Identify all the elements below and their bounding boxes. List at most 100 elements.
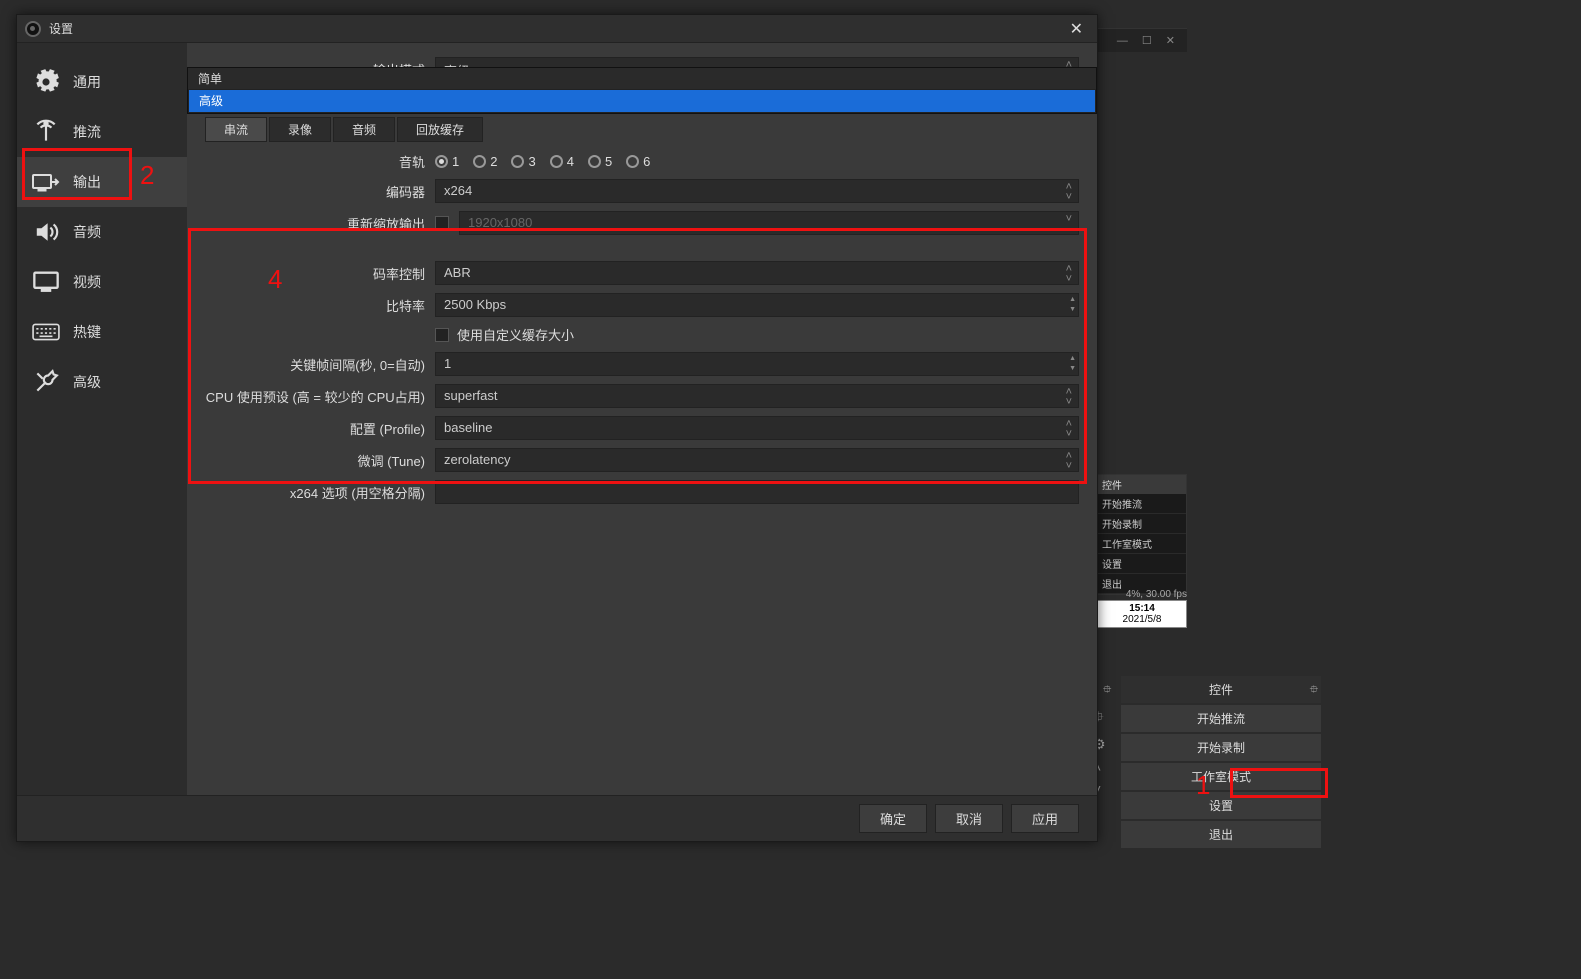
track-2-label: 2: [490, 154, 497, 169]
sidebar-item-video[interactable]: 视频: [17, 257, 187, 307]
keyint-input[interactable]: 1 ▲▼: [435, 352, 1079, 376]
sidebar-item-output[interactable]: 输出: [17, 157, 187, 207]
cpu-preset-select[interactable]: superfast˄˅: [435, 384, 1079, 408]
bitrate-value: 2500 Kbps: [444, 297, 506, 312]
keyint-down-button[interactable]: ▼: [1069, 364, 1076, 374]
bg-minimize-button[interactable]: —: [1117, 35, 1128, 47]
controls-start-record-button[interactable]: 开始录制: [1121, 734, 1321, 761]
encoder-label: 编码器: [205, 182, 435, 201]
controls-settings-button[interactable]: 设置: [1121, 792, 1321, 819]
bitrate-up-button[interactable]: ▲: [1069, 295, 1076, 305]
controls-start-stream-button[interactable]: 开始推流: [1121, 705, 1321, 732]
tab-replay-buffer[interactable]: 回放缓存: [397, 117, 483, 142]
keyint-up-button[interactable]: ▲: [1069, 354, 1076, 364]
chevron-updown-icon: ˄˅: [1066, 264, 1072, 284]
apply-button[interactable]: 应用: [1011, 804, 1079, 833]
bitrate-input[interactable]: 2500 Kbps ▲▼: [435, 293, 1079, 317]
dialog-titlebar: 设置 ✕: [17, 15, 1097, 43]
controls-exit-button[interactable]: 退出: [1121, 821, 1321, 848]
profile-select[interactable]: baseline˄˅: [435, 416, 1079, 440]
tab-recording[interactable]: 录像: [269, 117, 331, 142]
rescale-value: 1920x1080: [468, 215, 532, 230]
keyboard-icon: [31, 319, 61, 345]
sidebar-item-general[interactable]: 通用: [17, 57, 187, 107]
rate-control-label: 码率控制: [205, 264, 435, 283]
sidebar-item-hotkeys[interactable]: 热键: [17, 307, 187, 357]
cpu-preset-value: superfast: [444, 388, 497, 403]
tray-time: 15:14: [1098, 603, 1186, 614]
encoder-select[interactable]: x264˄˅: [435, 179, 1079, 203]
rate-control-select[interactable]: ABR˄˅: [435, 261, 1079, 285]
custom-buffer-label: 使用自定义缓存大小: [457, 325, 574, 344]
dialog-close-button[interactable]: ✕: [1064, 19, 1089, 39]
controls-studio-mode-button[interactable]: 工作室模式: [1121, 763, 1321, 790]
x264opts-input[interactable]: [435, 480, 1079, 504]
x264opts-label: x264 选项 (用空格分隔): [205, 483, 435, 502]
ok-button[interactable]: 确定: [859, 804, 927, 833]
track-1-radio[interactable]: [435, 155, 448, 168]
chevron-updown-icon: ˄˅: [1066, 182, 1072, 202]
output-icon: [31, 169, 61, 195]
sidebar-label-output: 输出: [73, 172, 101, 192]
audio-track-label: 音轨: [205, 152, 435, 171]
sidebar-item-audio[interactable]: 音频: [17, 207, 187, 257]
track-5-radio[interactable]: [588, 155, 601, 168]
rescale-checkbox[interactable]: [435, 216, 449, 230]
sidebar-item-stream[interactable]: 推流: [17, 107, 187, 157]
chevron-down-icon: ˅: [1066, 214, 1072, 224]
panel-dock-left-icon[interactable]: ⯐: [1103, 681, 1111, 700]
track-2-radio[interactable]: [473, 155, 486, 168]
sidebar-label-audio: 音频: [73, 222, 101, 242]
bg-panel-item-settings[interactable]: 设置: [1098, 554, 1186, 574]
bg-panel-item-start-stream[interactable]: 开始推流: [1098, 494, 1186, 514]
bg-panel-title: 控件: [1098, 475, 1186, 494]
output-mode-dropdown[interactable]: 简单 高级: [187, 67, 1097, 114]
track-6-label: 6: [643, 154, 650, 169]
speaker-icon: [31, 219, 61, 245]
custom-buffer-checkbox[interactable]: [435, 328, 449, 342]
sidebar-label-stream: 推流: [73, 122, 101, 142]
tools-icon: [31, 369, 61, 395]
track-5-label: 5: [605, 154, 612, 169]
profile-value: baseline: [444, 420, 492, 435]
track-3-label: 3: [528, 154, 535, 169]
controls-panel: ⯐ ⚙ ˄ ˅ ⯐ 控件 ⯐ 开始推流 开始录制 工作室模式 设置 退出: [1121, 676, 1321, 848]
bg-panel-item-studio-mode[interactable]: 工作室模式: [1098, 534, 1186, 554]
output-mode-option-advanced[interactable]: 高级: [188, 89, 1096, 113]
dialog-footer: 确定 取消 应用: [17, 795, 1097, 841]
tune-select[interactable]: zerolatency˄˅: [435, 448, 1079, 472]
keyint-value: 1: [444, 356, 451, 371]
output-mode-option-simple[interactable]: 简单: [188, 68, 1096, 89]
tab-audio[interactable]: 音频: [333, 117, 395, 142]
track-6-radio[interactable]: [626, 155, 639, 168]
sidebar-item-advanced[interactable]: 高级: [17, 357, 187, 407]
tune-label: 微调 (Tune): [205, 451, 435, 470]
annotation-number-1: 1: [1196, 770, 1210, 801]
controls-panel-header: ⯐ 控件 ⯐: [1121, 676, 1321, 703]
system-tray-clock: 15:14 2021/5/8: [1097, 600, 1187, 628]
monitor-icon: [31, 269, 61, 295]
annotation-number-4: 4: [268, 264, 282, 295]
sidebar-label-advanced: 高级: [73, 372, 101, 392]
rescale-input: 1920x1080 ˅: [459, 211, 1079, 235]
panel-dock-right-icon[interactable]: ⯐: [1310, 681, 1318, 700]
annotation-number-2: 2: [140, 160, 154, 191]
keyint-label: 关键帧间隔(秒, 0=自动): [205, 355, 435, 374]
controls-panel-title: 控件: [1209, 681, 1233, 698]
bg-panel-item-start-record[interactable]: 开始录制: [1098, 514, 1186, 534]
cancel-button[interactable]: 取消: [935, 804, 1003, 833]
background-controls-panel: 控件 开始推流 开始录制 工作室模式 设置 退出: [1097, 474, 1187, 595]
gear-icon: [31, 69, 61, 95]
settings-sidebar: 通用 推流 输出 音频 视频 热键: [17, 43, 187, 795]
bitrate-down-button[interactable]: ▼: [1069, 305, 1076, 315]
rescale-label: 重新缩放输出: [205, 214, 435, 233]
track-4-radio[interactable]: [550, 155, 563, 168]
track-4-label: 4: [567, 154, 574, 169]
bitrate-label: 比特率: [205, 296, 435, 315]
bg-maximize-button[interactable]: ☐: [1142, 34, 1152, 47]
tab-streaming[interactable]: 串流: [205, 117, 267, 142]
sidebar-label-video: 视频: [73, 272, 101, 292]
obs-logo-icon: [25, 21, 41, 37]
track-3-radio[interactable]: [511, 155, 524, 168]
bg-close-button[interactable]: ✕: [1166, 34, 1175, 47]
